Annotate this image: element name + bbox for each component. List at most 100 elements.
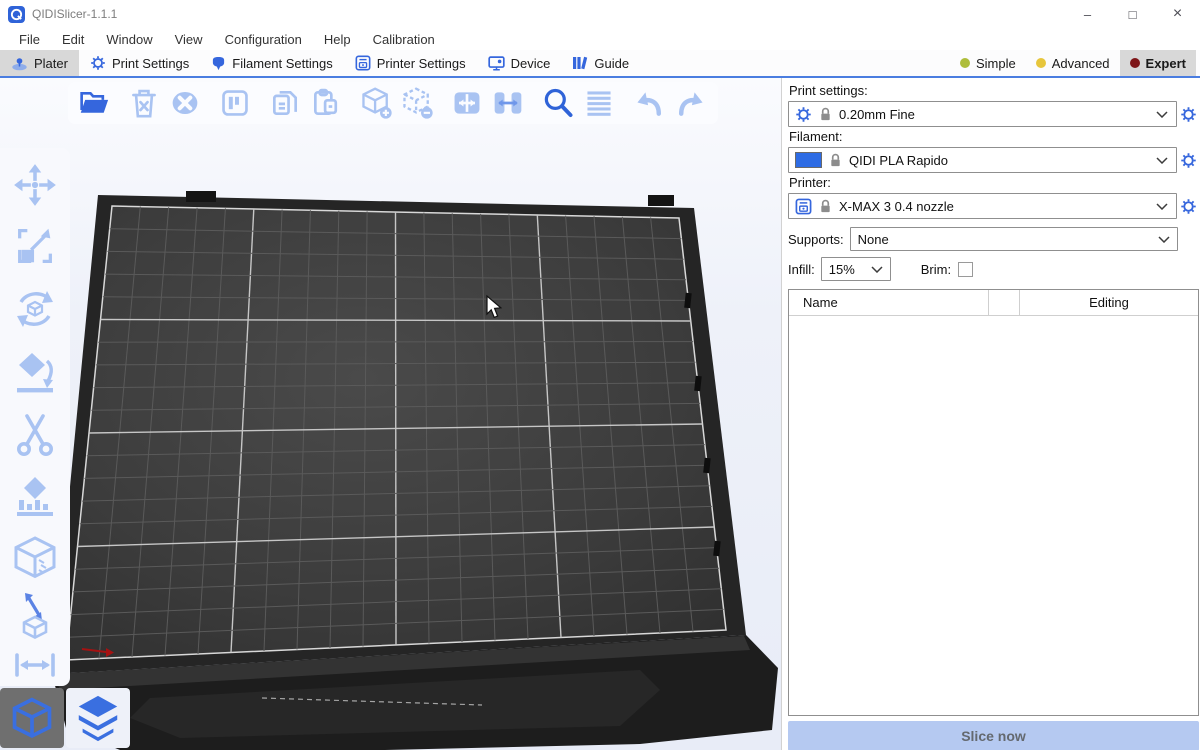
menu-calibration[interactable]: Calibration — [362, 32, 446, 47]
undo-button[interactable] — [631, 85, 667, 121]
filament-value: QIDI PLA Rapido — [849, 153, 1149, 168]
3d-viewport[interactable] — [0, 78, 781, 750]
mode-simple[interactable]: Simple — [950, 50, 1026, 76]
seam-painting-tool[interactable] — [9, 528, 61, 589]
menu-edit[interactable]: Edit — [51, 32, 95, 47]
plater-toolbar — [68, 82, 718, 124]
mode-advanced[interactable]: Advanced — [1026, 50, 1120, 76]
scale-tool[interactable] — [9, 215, 61, 278]
chevron-down-icon — [1156, 203, 1168, 210]
lock-icon — [819, 107, 832, 122]
tab-print-settings[interactable]: Print Settings — [79, 50, 200, 76]
filament-combo[interactable]: QIDI PLA Rapido — [788, 147, 1177, 173]
copy-button[interactable] — [268, 85, 303, 121]
brim-checkbox[interactable] — [958, 262, 973, 277]
preview-view-button[interactable] — [66, 688, 130, 748]
menu-window[interactable]: Window — [95, 32, 163, 47]
app-logo-icon — [8, 6, 25, 23]
menu-file[interactable]: File — [8, 32, 51, 47]
menu-view[interactable]: View — [164, 32, 214, 47]
guide-icon — [572, 55, 588, 71]
infill-label: Infill: — [788, 262, 815, 277]
expert-dot-icon — [1130, 58, 1140, 68]
print-settings-value: 0.20mm Fine — [839, 107, 1149, 122]
tab-plater[interactable]: Plater — [0, 50, 79, 76]
chevron-down-icon — [1156, 111, 1168, 118]
filament-edit-button[interactable] — [1177, 147, 1199, 173]
print-settings-combo[interactable]: 0.20mm Fine — [788, 101, 1177, 127]
add-instance-button[interactable] — [359, 85, 394, 121]
gear-icon — [795, 106, 812, 123]
filament-icon — [211, 56, 226, 71]
simple-dot-icon — [960, 58, 970, 68]
column-extruder[interactable] — [988, 290, 1020, 315]
delete-button[interactable] — [127, 85, 162, 121]
tab-guide[interactable]: Guide — [561, 50, 640, 76]
view-toggle-group — [0, 688, 130, 748]
cut-tool[interactable] — [9, 403, 61, 466]
place-on-face-tool[interactable] — [9, 340, 61, 403]
printer-icon — [795, 198, 812, 215]
minimize-button[interactable]: – — [1065, 0, 1110, 28]
bed-clip — [648, 195, 674, 206]
delete-all-button[interactable] — [168, 85, 203, 121]
tab-device[interactable]: Device — [477, 50, 562, 76]
measure-tool[interactable] — [9, 644, 61, 686]
menu-bar: File Edit Window View Configuration Help… — [0, 28, 1200, 50]
lock-icon — [829, 153, 842, 168]
open-button[interactable] — [77, 85, 112, 121]
search-button[interactable] — [540, 85, 575, 121]
chevron-down-icon — [1158, 236, 1170, 243]
split-parts-button[interactable] — [490, 85, 525, 121]
print-settings-edit-button[interactable] — [1177, 101, 1199, 127]
printer-edit-button[interactable] — [1177, 193, 1199, 219]
chevron-down-icon — [1156, 157, 1168, 164]
lock-icon — [819, 199, 832, 214]
move-tool[interactable] — [9, 156, 61, 215]
gear-icon — [1180, 198, 1197, 215]
menu-configuration[interactable]: Configuration — [214, 32, 313, 47]
object-list[interactable]: Name Editing — [788, 289, 1199, 716]
layers-icon — [73, 692, 123, 744]
maximize-button[interactable]: □ — [1110, 0, 1155, 28]
bed-clip — [186, 191, 216, 202]
split-objects-button[interactable] — [449, 85, 484, 121]
mode-expert[interactable]: Expert — [1120, 50, 1196, 76]
cube-icon — [9, 695, 55, 741]
printer-combo[interactable]: X-MAX 3 0.4 nozzle — [788, 193, 1177, 219]
column-name[interactable]: Name — [789, 290, 988, 315]
device-icon — [488, 56, 505, 71]
infill-brim-row: Infill: 15% Brim: — [788, 257, 1178, 281]
rotate-tool[interactable] — [9, 278, 61, 341]
redo-button[interactable] — [673, 85, 709, 121]
infill-combo[interactable]: 15% — [821, 257, 891, 281]
print-settings-label: Print settings: — [789, 83, 1200, 98]
close-button[interactable]: × — [1155, 0, 1200, 28]
mode-switcher: Simple Advanced Expert — [950, 50, 1200, 76]
paste-button[interactable] — [309, 85, 344, 121]
filament-label: Filament: — [789, 129, 1200, 144]
menu-help[interactable]: Help — [313, 32, 362, 47]
settings-panel: Print settings: 0.20mm Fine Filament: QI… — [781, 78, 1200, 750]
supports-combo[interactable]: None — [850, 227, 1178, 251]
object-list-header: Name Editing — [789, 290, 1198, 316]
variable-layer-height-button[interactable] — [581, 85, 616, 121]
slice-now-button[interactable]: Slice now — [788, 721, 1199, 750]
emboss-tool[interactable] — [9, 589, 61, 644]
infill-value: 15% — [829, 262, 863, 277]
filament-color-swatch — [795, 152, 822, 168]
remove-instance-button[interactable] — [399, 85, 434, 121]
tab-printer-settings[interactable]: Printer Settings — [344, 50, 477, 76]
3d-editor-view-button[interactable] — [0, 688, 64, 748]
arrange-button[interactable] — [218, 85, 253, 121]
advanced-dot-icon — [1036, 58, 1046, 68]
brim-label: Brim: — [921, 262, 951, 277]
paint-on-supports-tool[interactable] — [9, 466, 61, 529]
gizmo-toolbar — [0, 148, 70, 686]
print-bed[interactable] — [0, 78, 781, 750]
supports-row: Supports: None — [788, 227, 1178, 251]
title-bar: QIDISlicer-1.1.1 – □ × — [0, 0, 1200, 28]
column-editing[interactable]: Editing — [1020, 290, 1198, 315]
printer-value: X-MAX 3 0.4 nozzle — [839, 199, 1149, 214]
tab-filament-settings[interactable]: Filament Settings — [200, 50, 343, 76]
